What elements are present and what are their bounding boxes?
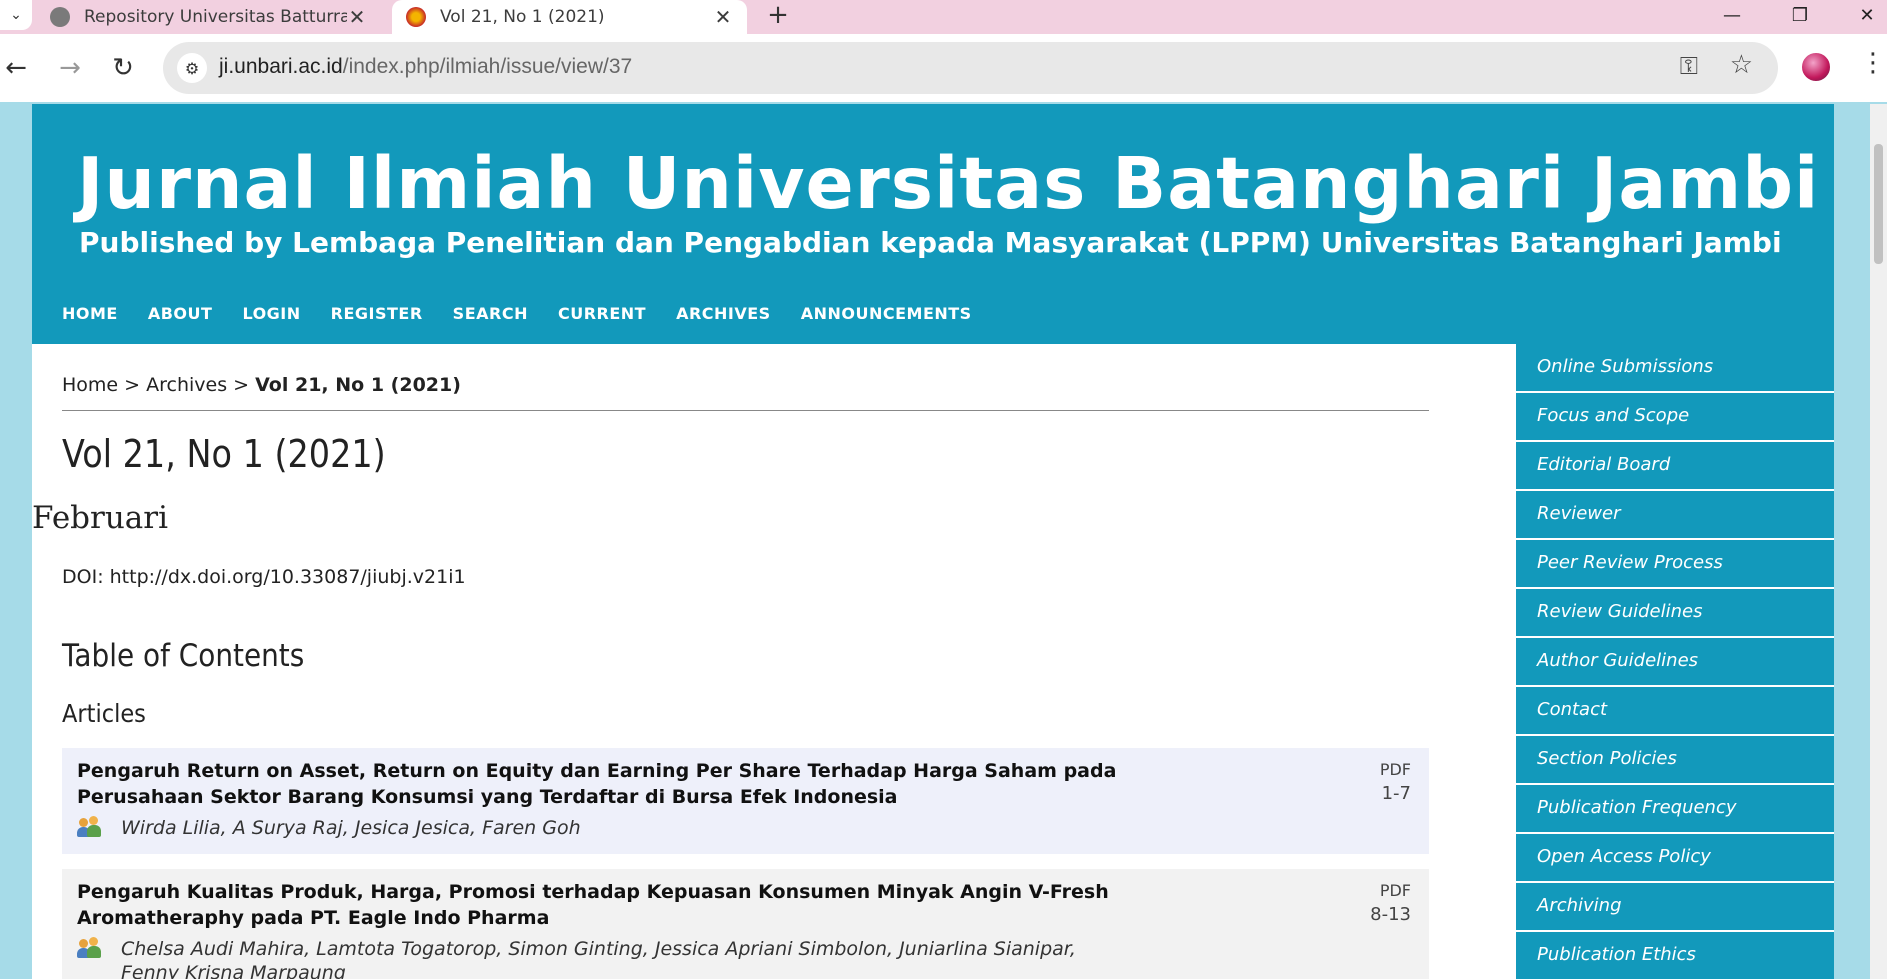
sidebar-item-archiving[interactable]: Archiving — [1516, 883, 1834, 932]
sidebar-menu: Online Submissions Focus and Scope Edito… — [1516, 344, 1834, 979]
sidebar-item-peer-review-process[interactable]: Peer Review Process — [1516, 540, 1834, 589]
sidebar-item-reviewer[interactable]: Reviewer — [1516, 491, 1834, 540]
sidebar-item-contact[interactable]: Contact — [1516, 687, 1834, 736]
tab-title: Vol 21, No 1 (2021) — [440, 7, 605, 27]
page-scrollbar[interactable] — [1870, 104, 1887, 979]
bookmark-star-icon[interactable]: ☆ — [1730, 50, 1753, 80]
tab-title: Repository Universitas Batturran — [84, 7, 347, 27]
scrollbar-thumb[interactable] — [1874, 144, 1883, 264]
close-tab-icon[interactable]: ✕ — [347, 5, 367, 29]
close-window-icon[interactable]: ✕ — [1847, 0, 1887, 30]
sidebar-item-section-policies[interactable]: Section Policies — [1516, 736, 1834, 785]
sidebar-item-editorial-board[interactable]: Editorial Board — [1516, 442, 1834, 491]
breadcrumb-archives[interactable]: Archives — [146, 374, 227, 396]
pdf-link[interactable]: PDF — [1370, 879, 1411, 903]
breadcrumb-separator: > — [124, 374, 141, 396]
password-key-icon[interactable]: ⚿ — [1680, 52, 1698, 80]
sidebar-item-author-guidelines[interactable]: Author Guidelines — [1516, 638, 1834, 687]
article-title[interactable]: Pengaruh Return on Asset, Return on Equi… — [77, 758, 1117, 810]
users-icon — [77, 937, 103, 959]
browser-tab-bar: ⌄ Repository Universitas Batturran ✕ Vol… — [0, 0, 1887, 34]
breadcrumb: Home > Archives > Vol 21, No 1 (2021) — [62, 374, 1429, 411]
restore-icon[interactable]: ❐ — [1780, 0, 1820, 30]
nav-search[interactable]: SEARCH — [453, 304, 528, 323]
breadcrumb-separator: > — [233, 374, 250, 396]
tab-search-chevron-icon[interactable]: ⌄ — [0, 0, 32, 30]
minimize-icon[interactable]: — — [1712, 0, 1752, 30]
globe-icon — [50, 7, 70, 27]
site-header: Jurnal Ilmiah Universitas Batanghari Jam… — [32, 104, 1834, 344]
issue-doi: DOI: http://dx.doi.org/10.33087/jiubj.v2… — [62, 566, 466, 588]
section-heading: Articles — [62, 699, 146, 728]
nav-about[interactable]: ABOUT — [148, 304, 213, 323]
new-tab-button[interactable]: + — [763, 0, 793, 30]
toc-heading: Table of Contents — [62, 638, 305, 674]
page-title: Vol 21, No 1 (2021) — [62, 432, 386, 476]
nav-login[interactable]: LOGIN — [242, 304, 300, 323]
article-pages: 1-7 — [1381, 783, 1411, 804]
forward-arrow-icon[interactable]: → — [50, 48, 90, 88]
author-names: Wirda Lilia, A Surya Raj, Jesica Jesica,… — [121, 817, 581, 839]
article-galley: PDF 1-7 — [1380, 758, 1411, 806]
nav-announcements[interactable]: ANNOUNCEMENTS — [801, 304, 972, 323]
url-path: /index.php/ilmiah/issue/view/37 — [342, 55, 633, 78]
main-content: Home > Archives > Vol 21, No 1 (2021) Vo… — [32, 344, 1459, 979]
breadcrumb-current[interactable]: Vol 21, No 1 (2021) — [255, 374, 461, 396]
nav-archives[interactable]: ARCHIVES — [676, 304, 771, 323]
site-logo-icon — [406, 7, 426, 27]
sidebar-item-review-guidelines[interactable]: Review Guidelines — [1516, 589, 1834, 638]
browser-toolbar: ← → ↻ ⚙ ji.unbari.ac.id/index.php/ilmiah… — [0, 34, 1887, 102]
article-galley: PDF 8-13 — [1370, 879, 1411, 927]
nav-home[interactable]: HOME — [62, 304, 118, 323]
sidebar-item-online-submissions[interactable]: Online Submissions — [1516, 344, 1834, 393]
article-item: Pengaruh Return on Asset, Return on Equi… — [62, 748, 1429, 854]
url-text[interactable]: ji.unbari.ac.id/index.php/ilmiah/issue/v… — [219, 55, 632, 79]
browser-tab-active[interactable]: Vol 21, No 1 (2021) ✕ — [392, 0, 747, 34]
article-authors: Wirda Lilia, A Surya Raj, Jesica Jesica,… — [77, 816, 1137, 840]
site-settings-icon[interactable]: ⚙ — [177, 53, 207, 83]
sidebar-item-publication-frequency[interactable]: Publication Frequency — [1516, 785, 1834, 834]
sidebar-item-focus-and-scope[interactable]: Focus and Scope — [1516, 393, 1834, 442]
nav-register[interactable]: REGISTER — [331, 304, 423, 323]
article-pages: 8-13 — [1370, 904, 1411, 925]
address-bar[interactable]: ⚙ ji.unbari.ac.id/index.php/ilmiah/issue… — [163, 42, 1778, 94]
site-subtitle: Published by Lembaga Penelitian dan Peng… — [79, 226, 1782, 259]
article-item: Pengaruh Kualitas Produk, Harga, Promosi… — [62, 869, 1429, 979]
users-icon — [77, 816, 103, 838]
nav-current[interactable]: CURRENT — [558, 304, 646, 323]
back-arrow-icon[interactable]: ← — [0, 48, 36, 88]
browser-menu-icon[interactable]: ⋮ — [1860, 48, 1886, 78]
pdf-link[interactable]: PDF — [1380, 758, 1411, 782]
article-title[interactable]: Pengaruh Kualitas Produk, Harga, Promosi… — [77, 879, 1117, 931]
site-title: Jurnal Ilmiah Universitas Batanghari Jam… — [77, 142, 1820, 225]
main-nav: HOME ABOUT LOGIN REGISTER SEARCH CURRENT… — [62, 304, 1002, 323]
profile-avatar[interactable] — [1800, 51, 1832, 83]
close-tab-icon[interactable]: ✕ — [713, 5, 733, 29]
url-domain: ji.unbari.ac.id — [219, 55, 343, 78]
sidebar-item-open-access-policy[interactable]: Open Access Policy — [1516, 834, 1834, 883]
sidebar-item-publication-ethics[interactable]: Publication Ethics — [1516, 932, 1834, 979]
browser-tab-repository[interactable]: Repository Universitas Batturran ✕ — [36, 0, 381, 34]
article-authors: Chelsa Audi Mahira, Lamtota Togatorop, S… — [77, 937, 1137, 979]
reload-icon[interactable]: ↻ — [103, 48, 143, 88]
page: Jurnal Ilmiah Universitas Batanghari Jam… — [32, 104, 1834, 979]
author-names: Chelsa Audi Mahira, Lamtota Togatorop, S… — [121, 938, 1076, 979]
breadcrumb-home[interactable]: Home — [62, 374, 118, 396]
issue-subtitle: Februari — [32, 500, 169, 536]
